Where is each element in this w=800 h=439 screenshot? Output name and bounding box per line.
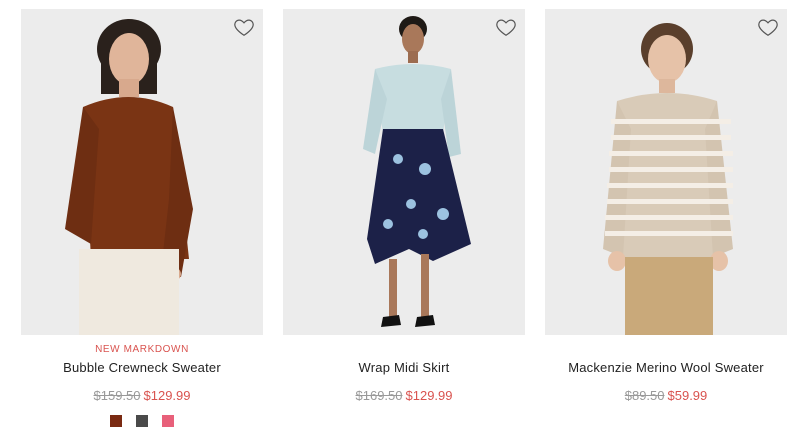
original-price: $169.50 bbox=[355, 388, 403, 403]
product-card[interactable]: Wrap Midi Skirt $169.50 $129.99 bbox=[283, 9, 525, 403]
product-grid: NEW MARKDOWN Bubble Crewneck Sweater $15… bbox=[0, 0, 800, 439]
product-image[interactable] bbox=[21, 9, 263, 335]
color-swatches bbox=[21, 415, 263, 427]
model-photo-skirt bbox=[363, 16, 471, 327]
product-image[interactable] bbox=[545, 9, 787, 335]
favorite-heart-icon[interactable] bbox=[495, 16, 517, 38]
favorite-heart-icon[interactable] bbox=[233, 16, 255, 38]
price-block: $169.50 $129.99 bbox=[283, 388, 525, 403]
price-block: $159.50 $129.99 bbox=[21, 388, 263, 403]
swatch-rust[interactable] bbox=[110, 415, 122, 427]
original-price: $89.50 bbox=[624, 388, 665, 403]
markdown-tag bbox=[283, 344, 525, 356]
product-card[interactable]: Mackenzie Merino Wool Sweater $89.50 $59.… bbox=[545, 9, 787, 403]
sale-price: $129.99 bbox=[143, 388, 191, 403]
product-name[interactable]: Wrap Midi Skirt bbox=[283, 360, 525, 375]
price-block: $89.50 $59.99 bbox=[545, 388, 787, 403]
model-photo-striped-sweater bbox=[603, 23, 733, 335]
swatch-pink[interactable] bbox=[162, 415, 174, 427]
product-name[interactable]: Mackenzie Merino Wool Sweater bbox=[545, 360, 787, 375]
product-image[interactable] bbox=[283, 9, 525, 335]
sale-price: $129.99 bbox=[405, 388, 453, 403]
markdown-tag bbox=[545, 344, 787, 356]
product-name[interactable]: Bubble Crewneck Sweater bbox=[21, 360, 263, 375]
favorite-heart-icon[interactable] bbox=[757, 16, 779, 38]
markdown-tag: NEW MARKDOWN bbox=[95, 344, 189, 355]
product-card[interactable]: NEW MARKDOWN Bubble Crewneck Sweater $15… bbox=[21, 9, 263, 427]
original-price: $159.50 bbox=[93, 388, 141, 403]
sale-price: $59.99 bbox=[667, 388, 708, 403]
model-photo-sweater bbox=[65, 19, 193, 335]
swatch-charcoal[interactable] bbox=[136, 415, 148, 427]
